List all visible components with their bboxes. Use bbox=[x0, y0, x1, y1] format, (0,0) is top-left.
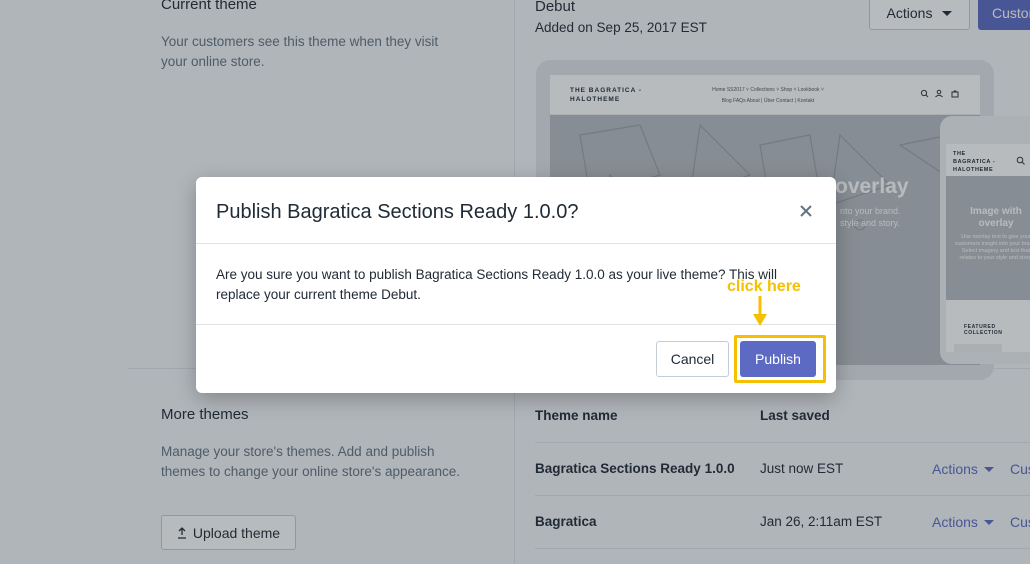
dialog-header-divider bbox=[196, 243, 836, 244]
dialog-footer-divider bbox=[196, 324, 836, 325]
cancel-button[interactable]: Cancel bbox=[656, 341, 729, 377]
publish-button[interactable]: Publish bbox=[740, 341, 816, 377]
close-icon[interactable] bbox=[794, 199, 818, 223]
dialog-title: Publish Bagratica Sections Ready 1.0.0? bbox=[216, 201, 579, 223]
arrow-down-icon bbox=[753, 296, 767, 326]
click-here-annotation: click here bbox=[727, 278, 801, 295]
close-icon-glyph bbox=[800, 205, 812, 217]
dialog-message: Are you sure you want to publish Bagrati… bbox=[216, 267, 778, 302]
